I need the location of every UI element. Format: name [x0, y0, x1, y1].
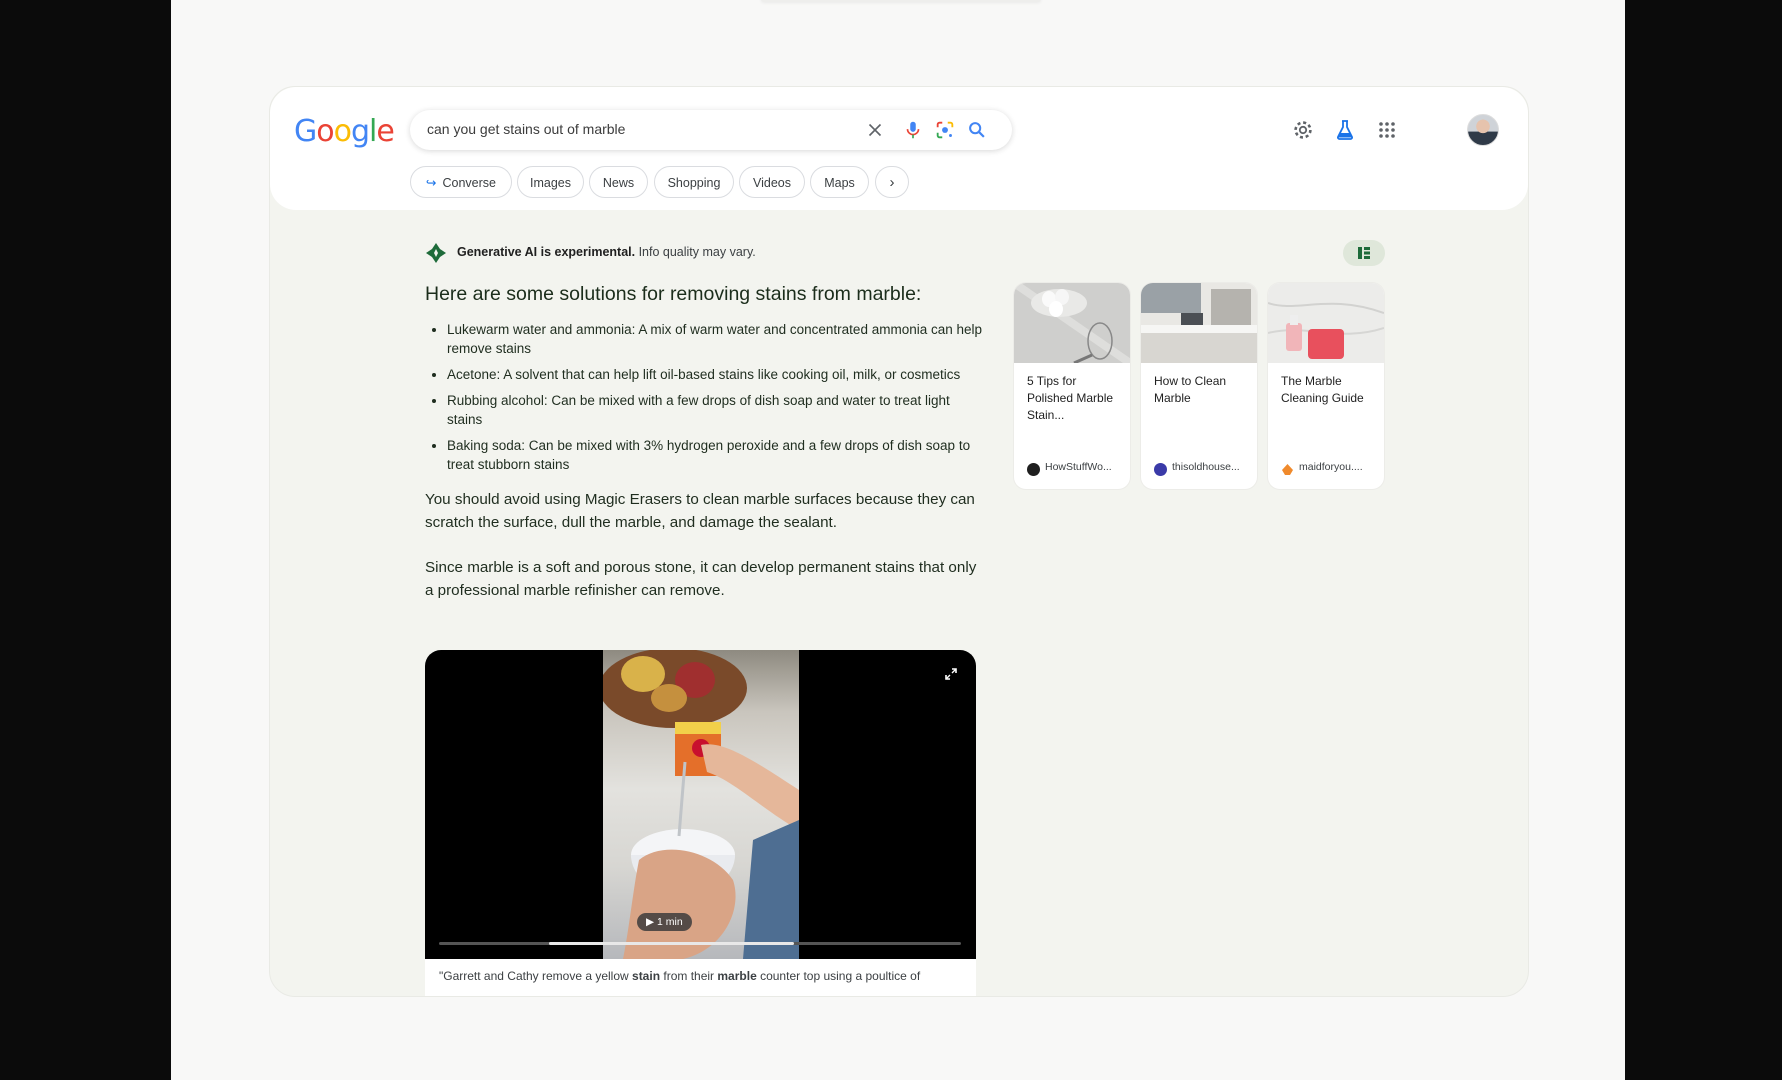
microphone-icon[interactable]: [902, 119, 924, 141]
google-logo[interactable]: Google: [294, 114, 395, 149]
video-player[interactable]: ▶ 1 min: [425, 650, 976, 959]
video-duration-badge: ▶ 1 min: [637, 913, 692, 931]
list-item: Lukewarm water and ammonia: A mix of war…: [447, 320, 985, 358]
list-item: Baking soda: Can be mixed with 3% hydrog…: [447, 436, 985, 474]
search-input[interactable]: can you get stains out of marble: [427, 121, 625, 137]
source-card[interactable]: 5 Tips for Polished Marble Stain... HowS…: [1014, 283, 1130, 489]
card-title: How to Clean Marble: [1154, 374, 1227, 405]
ai-disclaimer-text: Generative AI is experimental. Info qual…: [457, 245, 756, 259]
solutions-list: Lukewarm water and ammonia: A mix of war…: [425, 320, 985, 474]
chip-videos[interactable]: Videos: [739, 166, 805, 198]
card-title: 5 Tips for Polished Marble Stain...: [1027, 374, 1114, 422]
labs-flask-icon[interactable]: [1333, 118, 1357, 142]
ai-overview-answer: Here are some solutions for removing sta…: [425, 283, 985, 602]
chip-images[interactable]: Images: [517, 166, 584, 198]
chip-shopping[interactable]: Shopping: [654, 166, 734, 198]
source-card[interactable]: The Marble Cleaning Guide maidforyou....: [1268, 283, 1384, 489]
list-item: Rubbing alcohol: Can be mixed with a few…: [447, 391, 985, 429]
lens-icon[interactable]: [934, 119, 956, 141]
source-favicon-icon: [1282, 464, 1293, 475]
source-card[interactable]: How to Clean Marble thisoldhouse...: [1141, 283, 1257, 489]
chips-more-chevron-icon[interactable]: ›: [875, 166, 909, 198]
search-box[interactable]: can you get stains out of marble: [410, 110, 1012, 150]
settings-gear-icon[interactable]: [1291, 118, 1315, 142]
answer-heading: Here are some solutions for removing sta…: [425, 283, 922, 305]
top-edge-hint: [761, 0, 1041, 2]
card-source: thisoldhouse...: [1172, 461, 1240, 473]
generative-ai-sparkle-icon: [426, 243, 446, 263]
search-window: Google can you get stains out of marble: [269, 86, 1529, 997]
list-item: Acetone: A solvent that can help lift oi…: [447, 365, 985, 384]
video-progress-bar[interactable]: [439, 942, 961, 945]
video-frame-illustration: [599, 650, 799, 959]
answer-paragraph: Since marble is a soft and porous stone,…: [425, 559, 977, 599]
card-source: maidforyou....: [1299, 461, 1363, 473]
video-progress-fill: [548, 942, 794, 945]
card-thumbnail: [1268, 283, 1384, 363]
converse-arrow-icon: ↪: [426, 176, 437, 190]
source-favicon-icon: [1027, 463, 1040, 476]
chip-news[interactable]: News: [589, 166, 648, 198]
card-source: HowStuffWo...: [1045, 461, 1112, 473]
layout-panel-icon: [1358, 247, 1370, 259]
page-background: Google can you get stains out of marble: [171, 0, 1625, 1080]
video-caption: "Garrett and Cathy remove a yellow stain…: [425, 959, 976, 996]
apps-grid-icon[interactable]: [1375, 118, 1399, 142]
fullscreen-icon[interactable]: [945, 668, 957, 680]
card-title: The Marble Cleaning Guide: [1281, 374, 1364, 405]
chip-converse[interactable]: ↪ Converse: [410, 166, 512, 198]
clear-icon[interactable]: [864, 119, 886, 141]
account-avatar[interactable]: [1467, 114, 1499, 146]
video-thumbnail: [599, 650, 799, 959]
chip-maps[interactable]: Maps: [810, 166, 869, 198]
card-thumbnail: [1141, 283, 1257, 363]
card-thumbnail: [1014, 283, 1130, 363]
layout-toggle-button[interactable]: [1343, 240, 1385, 266]
search-icon[interactable]: [966, 119, 988, 141]
header: Google can you get stains out of marble: [270, 87, 1528, 210]
source-favicon-icon: [1154, 463, 1167, 476]
answer-paragraph: You should avoid using Magic Erasers to …: [425, 491, 975, 531]
